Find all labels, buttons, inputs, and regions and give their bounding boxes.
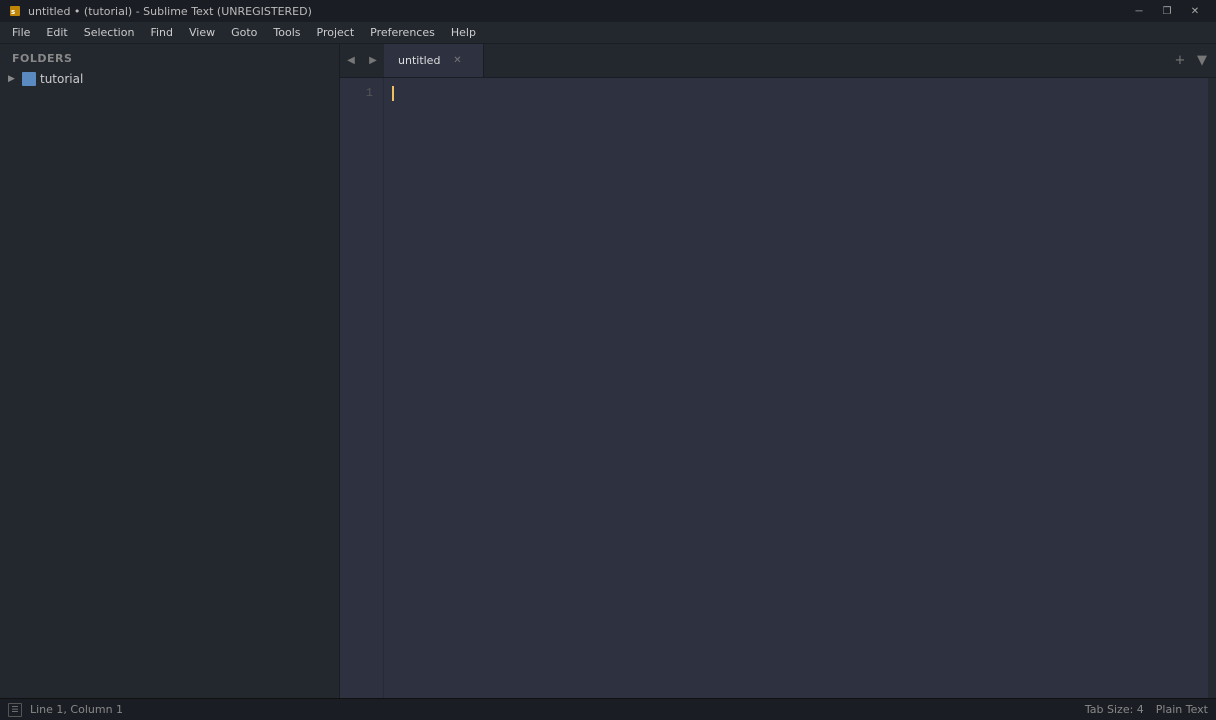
git-icon: ☰ — [8, 703, 22, 717]
tabs-bar: ◀ ▶ untitled ✕ + ▼ — [340, 44, 1216, 78]
folder-name: tutorial — [40, 72, 83, 86]
status-bar-right: Tab Size: 4 Plain Text — [1085, 703, 1208, 716]
editor-content[interactable] — [384, 78, 1208, 698]
menu-tools[interactable]: Tools — [265, 24, 308, 41]
tab-nav-left-button[interactable]: ◀ — [340, 44, 362, 77]
svg-text:s: s — [11, 8, 15, 16]
new-tab-button[interactable]: + — [1170, 51, 1190, 71]
tab-untitled[interactable]: untitled ✕ — [384, 44, 484, 77]
menu-selection[interactable]: Selection — [76, 24, 143, 41]
menu-view[interactable]: View — [181, 24, 223, 41]
title-bar-left: s untitled • (tutorial) - Sublime Text (… — [8, 4, 312, 18]
tab-nav-right-button[interactable]: ▶ — [362, 44, 384, 77]
tab-close-button[interactable]: ✕ — [450, 54, 464, 68]
restore-button[interactable]: ❐ — [1154, 2, 1180, 20]
editor-area[interactable]: 1 — [340, 78, 1216, 698]
text-cursor — [392, 86, 394, 101]
title-bar-controls: ─ ❐ ✕ — [1126, 2, 1208, 20]
tab-overflow-button[interactable]: ▼ — [1192, 51, 1212, 71]
menu-goto[interactable]: Goto — [223, 24, 265, 41]
cursor-position: Line 1, Column 1 — [30, 703, 123, 716]
syntax-indicator[interactable]: Plain Text — [1156, 703, 1208, 716]
tab-area: ◀ ▶ untitled ✕ + ▼ 1 — [340, 44, 1216, 698]
close-button[interactable]: ✕ — [1182, 2, 1208, 20]
menu-find[interactable]: Find — [142, 24, 181, 41]
main-layout: FOLDERS ▶ tutorial ◀ ▶ untitled ✕ + ▼ — [0, 44, 1216, 698]
line-number-1: 1 — [366, 84, 373, 103]
tab-actions: + ▼ — [1166, 44, 1216, 77]
tab-label: untitled — [398, 54, 440, 67]
tabs-list: untitled ✕ — [384, 44, 1166, 77]
minimize-button[interactable]: ─ — [1126, 2, 1152, 20]
menu-file[interactable]: File — [4, 24, 38, 41]
menu-bar: File Edit Selection Find View Goto Tools… — [0, 22, 1216, 44]
folders-header: FOLDERS — [0, 44, 339, 69]
menu-help[interactable]: Help — [443, 24, 484, 41]
menu-edit[interactable]: Edit — [38, 24, 75, 41]
window-title: untitled • (tutorial) - Sublime Text (UN… — [28, 5, 312, 18]
status-bar-left: ☰ Line 1, Column 1 — [8, 703, 123, 717]
menu-project[interactable]: Project — [309, 24, 363, 41]
folder-icon — [22, 72, 36, 86]
folder-arrow-icon: ▶ — [8, 74, 18, 84]
line-numbers: 1 — [340, 78, 384, 698]
vertical-scrollbar[interactable] — [1208, 78, 1216, 698]
title-bar: s untitled • (tutorial) - Sublime Text (… — [0, 0, 1216, 22]
tab-size-indicator[interactable]: Tab Size: 4 — [1085, 703, 1144, 716]
folder-item-tutorial[interactable]: ▶ tutorial — [0, 69, 339, 89]
sidebar: FOLDERS ▶ tutorial — [0, 44, 340, 698]
app-icon: s — [8, 4, 22, 18]
menu-preferences[interactable]: Preferences — [362, 24, 443, 41]
status-bar: ☰ Line 1, Column 1 Tab Size: 4 Plain Tex… — [0, 698, 1216, 720]
cursor-line — [392, 84, 1200, 103]
